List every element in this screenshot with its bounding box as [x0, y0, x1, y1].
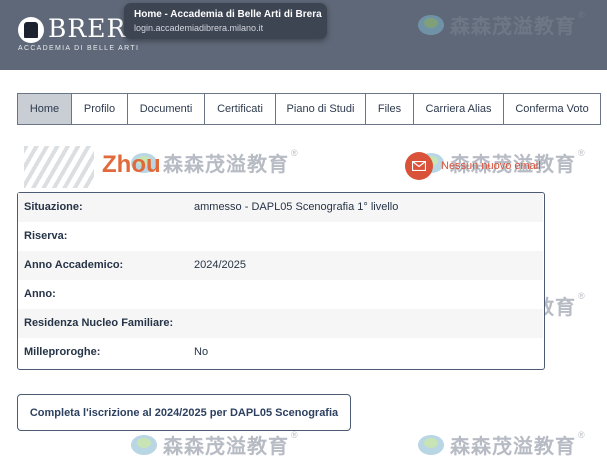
- watermark: 森森茂溢教育®: [418, 430, 585, 459]
- brera-logo-icon[interactable]: [18, 17, 44, 43]
- complete-enrollment-button[interactable]: Completa l'iscrizione al 2024/2025 per D…: [17, 394, 351, 431]
- status-value: No: [194, 346, 209, 358]
- mail-icon[interactable]: [405, 152, 433, 180]
- status-label: Residenza Nucleo Familiare:: [24, 317, 174, 329]
- status-label: Milleproroghe:: [24, 346, 101, 358]
- status-value: ammesso - DAPL05 Scenografia 1° livello: [194, 201, 399, 213]
- watermark: 森森茂溢教育®: [131, 430, 298, 459]
- tab-piano-di-studi[interactable]: Piano di Studi: [275, 93, 366, 125]
- tab-files[interactable]: Files: [365, 93, 414, 125]
- status-row: Residenza Nucleo Familiare:: [18, 309, 543, 338]
- tab-certificati[interactable]: Certificati: [204, 93, 276, 125]
- status-row: Anno:: [18, 280, 543, 309]
- tab-carriera-alias[interactable]: Carriera Alias: [413, 93, 504, 125]
- zhou-overlay-text: Zhou: [102, 151, 161, 178]
- tooltip-url: login.accademiadibrera.milano.it: [134, 23, 264, 33]
- tab-documenti[interactable]: Documenti: [127, 93, 205, 125]
- status-row: Anno Accademico: 2024/2025: [18, 251, 543, 280]
- watermark-logo-icon: [131, 434, 157, 455]
- status-label: Anno Accademico:: [24, 259, 124, 271]
- tab-conferma-voto[interactable]: Conferma Voto: [503, 93, 601, 125]
- status-row: Milleproroghe: No: [18, 338, 543, 367]
- tab-home[interactable]: Home: [17, 93, 72, 125]
- status-row: Situazione: ammesso - DAPL05 Scenografia…: [18, 193, 543, 222]
- status-label: Riserva:: [24, 230, 68, 242]
- watermark-logo-icon: [418, 434, 444, 455]
- link-tooltip: Home - Accademia di Belle Arti di Brera …: [124, 3, 327, 39]
- tab-profilo[interactable]: Profilo: [71, 93, 128, 125]
- main-nav: Home Profilo Documenti Certificati Piano…: [17, 93, 601, 127]
- status-row: Riserva:: [18, 222, 543, 251]
- tooltip-title: Home - Accademia di Belle Arti di Brera: [134, 9, 322, 20]
- email-notification-text[interactable]: Nessun nuovo email: [441, 160, 541, 172]
- status-label: Anno:: [24, 288, 56, 300]
- status-label: Situazione:: [24, 201, 83, 213]
- status-value: 2024/2025: [194, 259, 246, 271]
- logo-subtitle: ACCADEMIA DI BELLE ARTI: [18, 45, 140, 52]
- brush-stroke-decoration: [24, 146, 94, 188]
- enrollment-status-panel: Situazione: ammesso - DAPL05 Scenografia…: [17, 192, 545, 370]
